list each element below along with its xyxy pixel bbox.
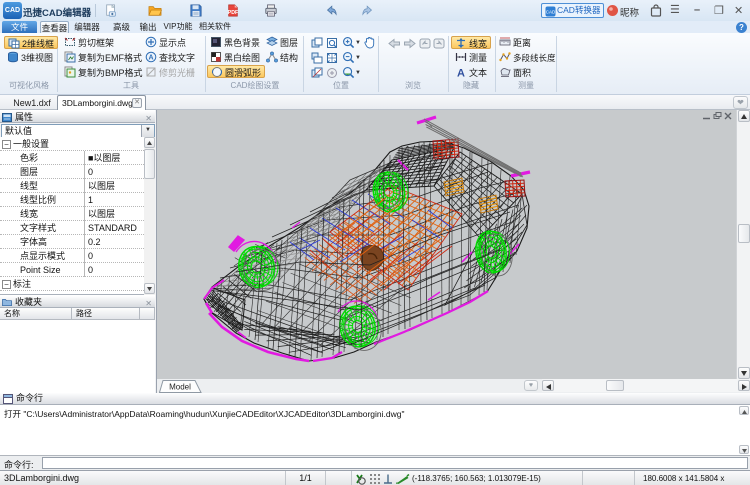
svg-text:CAD: CAD (546, 10, 556, 15)
svg-text:PDF: PDF (228, 10, 238, 16)
svg-text:Model: Model (169, 383, 191, 392)
svg-text:A: A (457, 68, 465, 79)
svg-text:A: A (148, 55, 153, 62)
